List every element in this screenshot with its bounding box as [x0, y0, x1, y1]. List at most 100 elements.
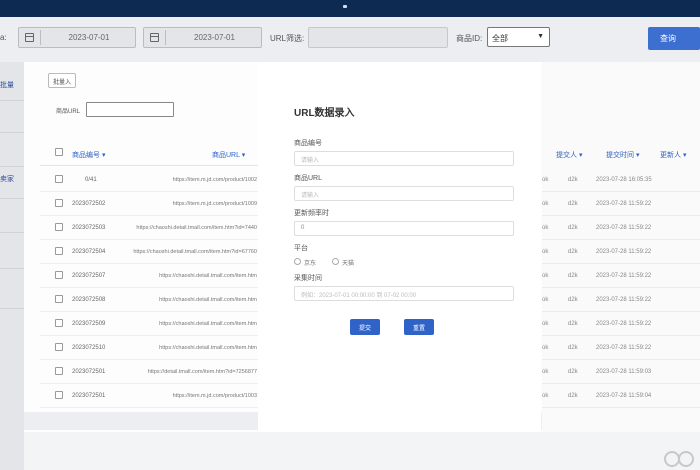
bg-table-cell: d2k: [568, 297, 578, 303]
bg-table-cell: d2k: [568, 249, 578, 255]
bg-table-cell: d2k: [568, 393, 578, 399]
row-product-url: https://chaoshi.detail.tmall.com/item.ht…: [159, 345, 257, 351]
row-checkbox[interactable]: [55, 175, 63, 183]
search-button[interactable]: 查询: [648, 27, 700, 50]
row-product-url: https://chaoshi.detail.tmall.com/item.ht…: [159, 297, 257, 303]
row-divider: [40, 359, 260, 360]
product-id-input[interactable]: 请输入: [294, 151, 514, 166]
submit-button[interactable]: 提交: [350, 319, 380, 335]
bg-row-divider: [540, 383, 700, 384]
calendar-icon: [150, 33, 159, 42]
bg-table-cell: 2023-07-28 11:59:22: [596, 273, 652, 279]
product-id-label: 商品编号: [294, 140, 322, 147]
store-select[interactable]: 全部 ▼: [487, 27, 550, 47]
column-header-submitter[interactable]: 提交人 ▾: [556, 150, 582, 160]
radio-jd-label: 京东: [304, 261, 317, 267]
end-date-picker[interactable]: 2023-07-01: [143, 27, 262, 48]
bg-row-divider: [540, 335, 700, 336]
row-divider: [40, 335, 260, 336]
row-checkbox[interactable]: [55, 319, 63, 327]
row-divider: [40, 215, 260, 216]
frequency-value: 0: [301, 225, 305, 231]
url-search-input[interactable]: [86, 102, 174, 117]
row-checkbox[interactable]: [55, 367, 63, 375]
row-checkbox[interactable]: [55, 295, 63, 303]
url-search-label: 商品URL: [56, 109, 81, 115]
select-all-checkbox[interactable]: [55, 148, 63, 156]
row-product-id: 2023072504: [72, 249, 106, 255]
store-select-value: 全部: [492, 34, 508, 43]
row-product-url: https://item.m.jd.com/product/1003: [172, 393, 257, 399]
bg-table-cell: ok: [542, 393, 549, 399]
row-divider: [40, 287, 260, 288]
bg-table-cell: d2k: [568, 225, 578, 231]
row-checkbox[interactable]: [55, 343, 63, 351]
bg-table-cell: ok: [542, 321, 549, 327]
bg-row-divider: [540, 215, 700, 216]
collect-time-input[interactable]: 例如：2023-07-01 00:00:00 到 07-02 00:00: [294, 286, 514, 301]
product-url-label: 商品URL: [294, 175, 323, 182]
radio-jd[interactable]: [294, 258, 301, 265]
bg-table-cell: d2k: [568, 273, 578, 279]
sidebar-item-batch[interactable]: 批量: [0, 80, 14, 90]
bg-row-divider: [540, 287, 700, 288]
row-checkbox[interactable]: [55, 247, 63, 255]
row-divider: [40, 311, 260, 312]
product-id-placeholder: 请输入: [301, 158, 320, 164]
bg-row-divider: [540, 191, 700, 192]
date-filter-label: a:: [0, 33, 7, 42]
bg-table-cell: 2023-07-28 11:59:22: [596, 321, 652, 327]
bg-table-cell: 2023-07-28 11:59:22: [596, 249, 652, 255]
row-divider: [40, 263, 260, 264]
row-product-id: 2023072502: [72, 201, 106, 207]
end-date-value: 2023-07-01: [194, 33, 235, 42]
bg-table-cell: ok: [542, 273, 549, 279]
row-checkbox[interactable]: [55, 199, 63, 207]
bg-row-divider: [540, 263, 700, 264]
row-product-url: https://item.m.jd.com/product/1002: [172, 177, 257, 183]
sidebar: 批量 卖家: [0, 62, 24, 470]
collect-time-label: 采集时间: [294, 275, 322, 282]
column-header-product-url[interactable]: 商品URL ▾: [212, 150, 245, 160]
row-product-url: https://chaoshi.detail.tmall.com/item.ht…: [159, 273, 257, 279]
column-header-product-id[interactable]: 商品编号 ▾: [72, 150, 105, 160]
bg-row-divider: [540, 407, 700, 408]
row-product-id: 2023072501: [72, 393, 106, 399]
reset-button[interactable]: 重置: [404, 319, 434, 335]
start-date-value: 2023-07-01: [68, 33, 110, 42]
product-url-input[interactable]: 请输入: [294, 186, 514, 201]
bg-table-cell: 2023-07-28 11:59:03: [596, 369, 652, 375]
row-checkbox[interactable]: [55, 271, 63, 279]
bg-row-divider: [540, 311, 700, 312]
row-divider: [40, 191, 260, 192]
bg-table-cell: d2k: [568, 321, 578, 327]
modal-title: URL数据录入: [294, 108, 355, 119]
bg-row-divider: [540, 239, 700, 240]
row-divider: [40, 239, 260, 240]
column-header-updater[interactable]: 更新人 ▾: [660, 150, 686, 160]
bg-table-cell: ok: [542, 225, 549, 231]
bg-table-cell: ok: [542, 249, 549, 255]
bg-table-cell: 2023-07-28 11:59:04: [596, 393, 652, 399]
column-header-submit-time[interactable]: 提交时间 ▾: [606, 150, 639, 160]
nav-indicator: [343, 5, 347, 8]
bg-table-cell: ok: [542, 345, 549, 351]
frequency-label: 更新频率时: [294, 210, 329, 217]
url-filter-input[interactable]: [308, 27, 448, 48]
store-filter-label: 商品ID:: [456, 34, 483, 43]
platform-label: 平台: [294, 245, 308, 252]
row-product-id: 2023072510: [72, 345, 106, 351]
radio-tmall[interactable]: [332, 258, 339, 265]
import-button[interactable]: 批量入: [48, 73, 76, 88]
row-checkbox[interactable]: [55, 391, 63, 399]
row-divider: [40, 407, 260, 408]
bg-table-cell: ok: [542, 177, 549, 183]
radio-tmall-label: 天猫: [342, 261, 355, 267]
row-checkbox[interactable]: [55, 223, 63, 231]
start-date-picker[interactable]: 2023-07-01: [18, 27, 136, 48]
row-product-id: 2023072508: [72, 297, 106, 303]
calendar-icon: [25, 33, 34, 42]
row-product-url: https://chaoshi.detail.tmall.com/item.ht…: [159, 321, 257, 327]
sidebar-item-seller[interactable]: 卖家: [0, 174, 14, 184]
frequency-input[interactable]: 0: [294, 221, 514, 236]
